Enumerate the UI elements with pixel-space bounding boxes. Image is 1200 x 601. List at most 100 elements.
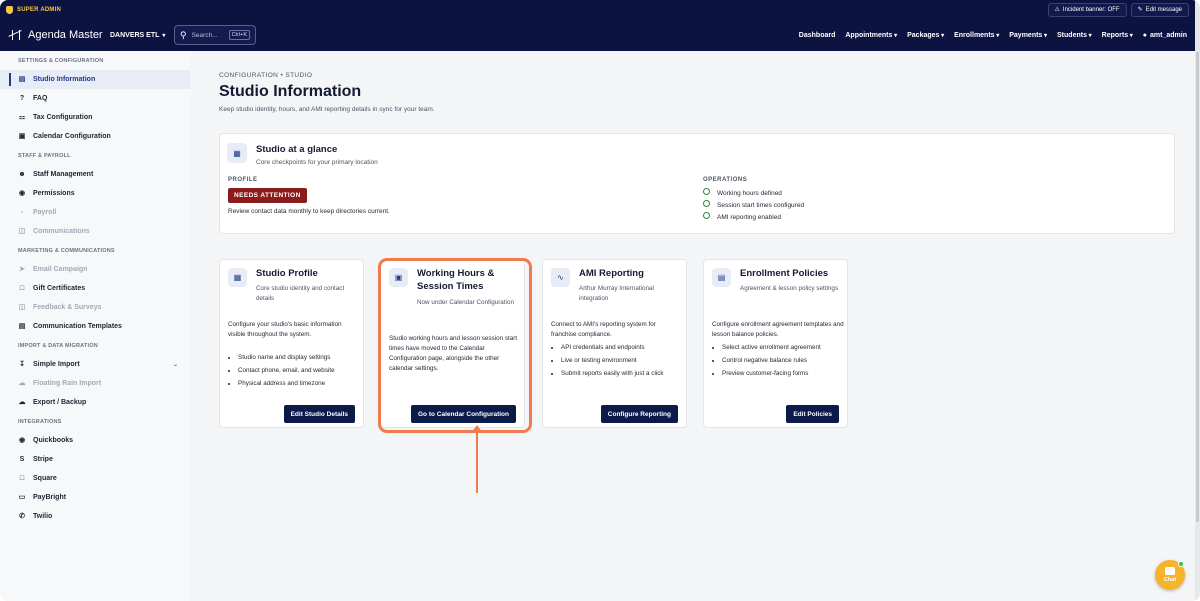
page-title: Studio Information — [219, 83, 362, 100]
shortcut-hint: Ctrl+K — [228, 30, 250, 40]
feedback-icon: ◫ — [18, 304, 26, 311]
sidebar-item-label: Stripe — [33, 456, 53, 463]
template-icon: ▤ — [18, 323, 26, 330]
sidebar-item-staff-management[interactable]: ☻ Staff Management — [0, 165, 190, 184]
chevron-down-icon[interactable]: ⌄ — [173, 361, 178, 368]
sidebar-item-feedback-surveys[interactable]: ◫ Feedback & Surveys — [0, 298, 190, 317]
scrollbar-thumb[interactable] — [1196, 52, 1199, 522]
sidebar-item-communications[interactable]: ◫ Communications — [0, 222, 190, 241]
card-description: Connect to AMI's reporting system for fr… — [551, 321, 656, 339]
nav-students[interactable]: Students — [1057, 32, 1092, 39]
nav-packages[interactable]: Packages — [907, 32, 944, 39]
nav-menu: Dashboard Appointments Packages Enrollments… — [799, 32, 1187, 39]
card-title: Studio Profile — [256, 268, 318, 279]
sidebar-item-stripe[interactable]: S Stripe — [0, 450, 190, 469]
sidebar-item-label: Export / Backup — [33, 399, 87, 406]
chat-button[interactable]: Chat — [1155, 560, 1185, 590]
operations-list: Working hours defined Session start times… — [703, 187, 804, 223]
sidebar-item-simple-import[interactable]: ↧ Simple Import ⌄ — [0, 355, 190, 374]
edit-message-button[interactable]: ✎ Edit message — [1130, 2, 1189, 17]
sidebar-item-export-backup[interactable]: ☁ Export / Backup — [0, 393, 190, 412]
sidebar-item-studio-information[interactable]: ▤ Studio Information — [0, 70, 190, 89]
card-feature-list: Select active enrollment agreementContro… — [722, 342, 847, 380]
sidebar-item-label: Twilio — [33, 513, 53, 520]
nav-dashboard[interactable]: Dashboard — [799, 32, 836, 39]
building-icon: ▦ — [227, 143, 247, 163]
card-feature-list: API credentials and endpointsLive or tes… — [561, 342, 686, 380]
sidebar-item-paybright[interactable]: ▭ PayBright — [0, 488, 190, 507]
card-action-button[interactable]: Edit Studio Details — [283, 405, 355, 423]
sidebar-item-faq[interactable]: ? FAQ — [0, 89, 190, 108]
sidebar-item-floating-rain-import[interactable]: ☁ Floating Rain Import — [0, 374, 190, 393]
chat-icon: ◫ — [18, 228, 26, 235]
import-icon: ↧ — [19, 361, 25, 368]
nav-reports[interactable]: Reports — [1102, 32, 1133, 39]
location-selector[interactable]: DANVERS ETL ▾ — [110, 32, 174, 39]
card-ami-reporting: ∿ AMI Reporting Arthur Murray Internationa… — [542, 259, 687, 428]
list-item: Select active enrollment agreement — [722, 342, 847, 355]
glance-title: Studio at a glance — [256, 144, 338, 155]
payroll-icon: ▫ — [20, 209, 24, 216]
circle-check-icon — [703, 211, 710, 219]
circle-check-icon — [703, 199, 710, 207]
list-item: Submit reports easily with just a click — [561, 368, 686, 381]
export-icon: ☁ — [18, 399, 26, 406]
sidebar-item-square[interactable]: □ Square — [0, 469, 190, 488]
sidebar-item-label: Simple Import — [33, 361, 80, 368]
operations-label: OPERATIONS — [703, 177, 748, 183]
sidebar-item-payroll[interactable]: ▫ Payroll — [0, 203, 190, 222]
sidebar-item-label: Communication Templates — [33, 323, 122, 330]
card-subtitle: Arthur Murray International integration — [579, 285, 654, 303]
incident-banner-toggle[interactable]: ⚠ Incident banner: OFF — [1047, 2, 1127, 17]
list-item: Physical address and timezone — [238, 378, 363, 391]
sidebar-item-label: Email Campaign — [33, 266, 88, 273]
search-input[interactable]: ⚲ Search... Ctrl+K — [174, 25, 256, 45]
sidebar-item-tax-configuration[interactable]: ⚏ Tax Configuration — [0, 108, 190, 127]
sidebar-item-label: FAQ — [33, 95, 48, 102]
sidebar-item-permissions[interactable]: ◉ Permissions — [0, 184, 190, 203]
main-navbar: Agenda Master DANVERS ETL ▾ ⚲ Search... … — [0, 19, 1195, 51]
list-item: Studio name and display settings — [238, 352, 363, 365]
hanger-logo-icon — [8, 29, 22, 41]
sidebar-item-communication-templates[interactable]: ▤ Communication Templates — [0, 317, 190, 336]
list-item: Contact phone, email, and website — [238, 365, 363, 378]
sidebar-item-email-campaign[interactable]: ➤ Email Campaign — [0, 260, 190, 279]
chevron-down-icon: ▾ — [162, 32, 166, 39]
profile-label: PROFILE — [228, 177, 258, 183]
sidebar-item-label: PayBright — [33, 494, 67, 501]
sidebar: SETTINGS & CONFIGURATION ▤ Studio Informat… — [0, 51, 190, 601]
user-menu[interactable]: ● amt_admin — [1143, 32, 1187, 39]
trend-chart-icon: ∿ — [551, 268, 570, 287]
nav-payments[interactable]: Payments — [1009, 32, 1047, 39]
sidebar-item-label: Permissions — [33, 190, 75, 197]
square-icon: □ — [19, 475, 25, 482]
key-icon: ◉ — [18, 190, 26, 197]
glance-subtitle: Core checkpoints for your primary locati… — [256, 159, 378, 166]
sidebar-item-quickbooks[interactable]: ◉ Quickbooks — [0, 431, 190, 450]
nav-enrollments[interactable]: Enrollments — [954, 32, 999, 39]
card-subtitle: Core studio identity and contact details — [256, 285, 345, 303]
card-action-button[interactable]: Configure Reporting — [600, 405, 678, 423]
annotation-arrow — [476, 430, 478, 493]
sidebar-item-label: Gift Certificates — [33, 285, 86, 292]
users-icon: ☻ — [18, 171, 26, 178]
profile-note: Review contact data monthly to keep dire… — [228, 208, 390, 215]
sidebar-item-gift-certificates[interactable]: □ Gift Certificates — [0, 279, 190, 298]
studio-glance-card: ▦ Studio at a glance Core checkpoints fo… — [219, 133, 1175, 234]
shield-icon — [6, 5, 13, 14]
super-admin-badge: SUPER ADMIN — [6, 5, 61, 14]
card-action-button[interactable]: Edit Policies — [786, 405, 839, 423]
sidebar-item-calendar-configuration[interactable]: ▣ Calendar Configuration — [0, 127, 190, 146]
admin-bar: SUPER ADMIN ⚠ Incident banner: OFF ✎ Edi… — [0, 0, 1195, 19]
sidebar-item-twilio[interactable]: ✆ Twilio — [0, 507, 190, 526]
operation-item: AMI reporting enabled — [703, 211, 804, 223]
app-logo[interactable]: Agenda Master — [8, 29, 110, 41]
nav-appointments[interactable]: Appointments — [845, 32, 897, 39]
quickbooks-icon: ◉ — [18, 437, 26, 444]
list-item: Control negative balance rules — [722, 355, 847, 368]
sidebar-section-title: MARKETING & COMMUNICATIONS — [18, 247, 115, 254]
list-item: Preview customer-facing forms — [722, 368, 847, 381]
sidebar-item-label: Floating Rain Import — [33, 380, 102, 387]
gift-icon: □ — [19, 285, 25, 292]
scrollbar[interactable] — [1195, 0, 1200, 601]
